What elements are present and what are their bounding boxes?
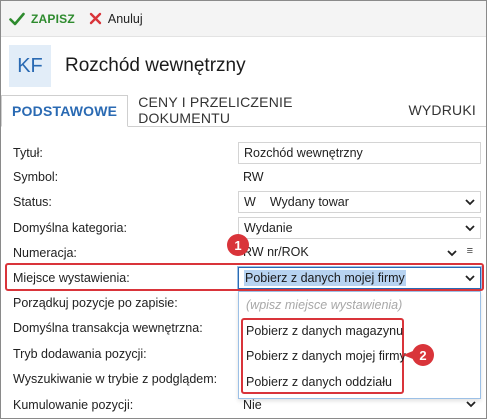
tryb-label: Tryb dodawania pozycji:: [13, 346, 147, 361]
numeracja-label: Numeracja:: [13, 245, 77, 260]
chevron-down-icon: [466, 400, 476, 407]
tab-ceny-i-przeliczenie[interactable]: CENY I PRZELICZENIE DOKUMENTU: [128, 94, 398, 126]
miejsce-value: Pobierz z danych mojej firmy: [244, 269, 406, 286]
kategoria-select[interactable]: Wydanie: [238, 216, 481, 239]
numeracja-value: RW nr/ROK: [243, 245, 309, 259]
dropdown-placeholder[interactable]: (wpisz miejsce wystawienia): [246, 298, 402, 312]
wyszukiwanie-label: Wyszukiwanie w trybie z podglądem:: [13, 371, 218, 386]
callout-badge-1: 1: [227, 234, 249, 256]
toolbar: ZAPISZ Anuluj: [1, 1, 486, 37]
chevron-down-icon: [465, 198, 475, 205]
status-code: W: [244, 194, 256, 209]
miejsce-label: Miejsce wystawienia:: [13, 270, 130, 285]
chevron-down-icon: [447, 249, 457, 256]
tab-wydruki[interactable]: WYDRUKI: [398, 94, 486, 126]
numeracja-select[interactable]: RW nr/ROK ≡: [238, 241, 481, 264]
document-type-badge: KF: [9, 45, 51, 87]
symbol-label: Symbol:: [13, 169, 59, 184]
dropdown-option-moja-firma[interactable]: Pobierz z danych mojej firmy: [246, 349, 406, 363]
callout-pointer-icon: [403, 351, 413, 359]
miejsce-select[interactable]: Pobierz z danych mojej firmy: [238, 266, 481, 289]
callout-badge-2: 2: [412, 344, 434, 366]
close-icon: [89, 12, 102, 25]
kategoria-label: Domyślna kategoria:: [13, 220, 127, 235]
tab-bar: PODSTAWOWE CENY I PRZELICZENIE DOKUMENTU…: [1, 94, 486, 127]
kumulowanie-value: Nie: [243, 397, 262, 412]
status-value: Wydany towar: [269, 194, 349, 209]
form-row-tytul: Tytuł: Rozchód wewnętrzny: [1, 140, 486, 165]
symbol-value-field: RW: [238, 165, 481, 188]
tytul-label: Tytuł:: [13, 145, 43, 160]
save-button[interactable]: ZAPISZ: [9, 7, 75, 31]
form-row-miejsce: Miejsce wystawienia: Pobierz z danych mo…: [1, 265, 486, 290]
chevron-down-icon: [465, 274, 475, 281]
transakcja-label: Domyślna transakcja wewnętrzna:: [13, 320, 203, 335]
tab-podstawowe[interactable]: PODSTAWOWE: [1, 95, 129, 127]
chevron-down-icon: [465, 224, 475, 231]
window: ZAPISZ Anuluj KF Rozchód wewnętrzny PODS…: [0, 0, 487, 419]
kategoria-value: Wydanie: [244, 220, 293, 235]
menu-icon[interactable]: ≡: [467, 245, 473, 257]
form-row-status: Status: W Wydany towar: [1, 189, 486, 214]
dropdown-option-magazyn[interactable]: Pobierz z danych magazynu: [246, 324, 403, 338]
checkmark-icon: [9, 12, 25, 25]
status-select[interactable]: W Wydany towar: [238, 190, 481, 213]
dropdown-option-oddzial[interactable]: Pobierz z danych oddziału: [246, 375, 392, 389]
kumulowanie-label: Kumulowanie pozycji:: [13, 397, 134, 412]
form-row-symbol: Symbol: RW: [1, 164, 486, 189]
cancel-button[interactable]: Anuluj: [89, 7, 143, 31]
tytul-input[interactable]: Rozchód wewnętrzny: [238, 141, 481, 164]
page-title: Rozchód wewnętrzny: [65, 55, 246, 76]
save-button-label: ZAPISZ: [31, 11, 75, 26]
tytul-value: Rozchód wewnętrzny: [244, 145, 363, 160]
status-label: Status:: [13, 194, 52, 209]
document-header: KF Rozchód wewnętrzny: [1, 37, 486, 95]
porzadkuj-label: Porządkuj pozycje po zapisie:: [13, 295, 178, 310]
cancel-button-label: Anuluj: [107, 11, 143, 26]
symbol-value: RW: [243, 169, 264, 184]
miejsce-dropdown-list: (wpisz miejsce wystawienia) Pobierz z da…: [238, 291, 481, 399]
